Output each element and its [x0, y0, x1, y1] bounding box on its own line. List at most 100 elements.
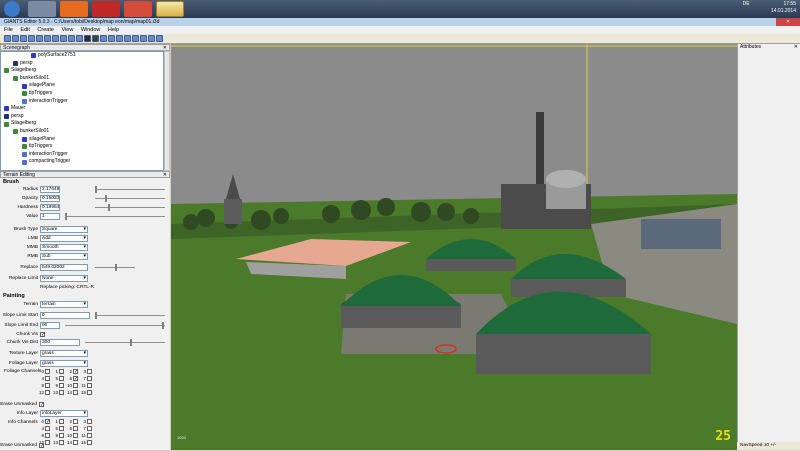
menu-help[interactable]: Help — [108, 27, 119, 33]
foliage-channel-checkbox[interactable] — [45, 390, 50, 395]
terrain-sculpt-icon[interactable] — [116, 35, 123, 42]
foliage-channel-checkbox[interactable] — [59, 369, 64, 374]
info-channel-checkbox[interactable] — [87, 419, 92, 424]
info-channel-checkbox[interactable] — [73, 426, 78, 431]
info-channel[interactable]: 8 — [38, 433, 50, 438]
erase-unmasked-checkbox[interactable]: ✓ — [39, 402, 44, 408]
foliage-channel-checkbox[interactable] — [73, 383, 78, 388]
foliage-channel-checkbox[interactable] — [73, 390, 78, 395]
clock-time[interactable]: 17:55 — [771, 1, 796, 8]
opacity-slider[interactable] — [95, 195, 165, 202]
save-file-icon[interactable] — [20, 35, 27, 42]
foliage-channel-checkbox[interactable] — [45, 369, 50, 374]
scenegraph-node[interactable]: silagePlane — [1, 82, 163, 90]
select-tool-icon[interactable] — [68, 35, 75, 42]
info-channel-checkbox[interactable] — [87, 433, 92, 438]
foliage-channel-checkbox[interactable] — [87, 390, 92, 395]
scenegraph-node[interactable]: tipTriggers — [1, 143, 163, 151]
scenegraph-node[interactable]: bunkerSilo01 — [1, 128, 163, 136]
info-channel-checkbox[interactable] — [73, 419, 78, 424]
foliage-channel[interactable]: 14 — [66, 390, 78, 395]
foliage-channel[interactable]: 4 — [38, 376, 50, 381]
scenegraph-node[interactable]: persp — [1, 60, 163, 68]
terrain-select[interactable]: terrain — [40, 301, 88, 308]
info-channel-checkbox[interactable] — [59, 419, 64, 424]
settings-icon[interactable] — [156, 35, 163, 42]
undo-icon[interactable] — [52, 35, 59, 42]
foliage-channel[interactable]: 9 — [52, 383, 64, 388]
info-channel-checkbox[interactable] — [59, 426, 64, 431]
scenegraph-tree[interactable]: polySurface2751 persp Silagelberg bunkerSil… — [0, 51, 164, 171]
cut-icon[interactable] — [28, 35, 35, 42]
replace-limit-select[interactable]: None — [40, 275, 88, 282]
mmb-select[interactable]: Smooth — [40, 244, 88, 251]
foliage-channel[interactable]: 6 ✓ — [66, 376, 78, 382]
foliage-channel[interactable]: 13 — [52, 390, 64, 395]
brush-type-select[interactable]: Square — [40, 226, 88, 233]
pause-icon[interactable] — [92, 35, 99, 42]
taskbar-media-player-icon[interactable] — [60, 1, 88, 17]
hardness-slider[interactable] — [95, 204, 165, 211]
taskbar-explorer-icon[interactable] — [28, 1, 56, 17]
play-icon[interactable] — [84, 35, 91, 42]
radius-field[interactable]: 2.17648 — [40, 186, 60, 193]
info-channel[interactable]: 0 ✓ — [38, 419, 50, 425]
taskbar-pdf-icon[interactable] — [92, 1, 120, 17]
foliage-channel-checkbox[interactable] — [45, 383, 50, 388]
3d-viewport[interactable]: 1024 25 — [171, 44, 737, 450]
foliage-channel-checkbox[interactable] — [87, 369, 92, 374]
scenegraph-node[interactable]: persp — [1, 113, 163, 121]
grid-icon[interactable] — [100, 35, 107, 42]
info-channel-checkbox[interactable] — [87, 426, 92, 431]
value-slider[interactable] — [65, 213, 165, 220]
scenegraph-node[interactable]: tipTriggers — [1, 90, 163, 98]
scenegraph-node[interactable]: Silagelberg — [1, 67, 163, 75]
replace-slider[interactable] — [95, 264, 135, 271]
info-channel[interactable]: 5 — [52, 426, 64, 431]
info-channel[interactable]: 7 — [80, 426, 92, 431]
close-panel-icon[interactable]: ✕ — [163, 172, 167, 178]
foliage-channel[interactable]: 12 — [38, 390, 50, 395]
light-icon[interactable] — [108, 35, 115, 42]
scenegraph-node[interactable]: bunkerSilo01 — [1, 75, 163, 83]
camera-icon[interactable] — [148, 35, 155, 42]
info-channel[interactable]: 10 — [66, 433, 78, 438]
slope-start-slider[interactable] — [95, 312, 165, 319]
scenegraph-node[interactable]: Silagelberg — [1, 120, 163, 128]
hardness-field[interactable]: 0.18954 — [40, 204, 60, 211]
rmb-select[interactable]: Sub — [40, 253, 88, 260]
scenegraph-node[interactable]: interactionTrigger — [1, 151, 163, 159]
info-layer-select[interactable]: infoLayer — [40, 410, 88, 417]
foliage-channel[interactable]: 10 — [66, 383, 78, 388]
foliage-layer-select[interactable]: grass — [40, 360, 88, 367]
menu-create[interactable]: Create — [37, 27, 54, 33]
info-channel[interactable]: 2 — [66, 419, 78, 424]
info-layer-icon[interactable] — [140, 35, 147, 42]
info-channel-checkbox[interactable] — [73, 433, 78, 438]
chunk-vis-checkbox[interactable]: ✓ — [40, 332, 45, 338]
foliage-channel[interactable]: 0 — [38, 369, 50, 374]
foliage-channel-checkbox[interactable] — [59, 390, 64, 395]
foliage-channel-checkbox[interactable]: ✓ — [73, 369, 78, 375]
info-channel-checkbox[interactable] — [45, 426, 50, 431]
taskbar-chrome-icon[interactable] — [124, 1, 152, 17]
menu-window[interactable]: Window — [81, 27, 101, 33]
start-button[interactable] — [4, 1, 20, 17]
scenegraph-node[interactable]: interactionTrigger — [1, 98, 163, 106]
scenegraph-node[interactable]: polySurface2751 — [1, 52, 163, 60]
slope-start-field[interactable]: 0 — [40, 312, 90, 319]
info-channel[interactable]: 3 — [80, 419, 92, 424]
foliage-channel-checkbox[interactable] — [59, 376, 64, 381]
taskbar-giants-editor-icon[interactable] — [156, 1, 184, 17]
slope-end-slider[interactable] — [65, 322, 165, 329]
close-panel-icon[interactable]: ✕ — [794, 44, 798, 50]
foliage-channel-checkbox[interactable]: ✓ — [73, 376, 78, 382]
clock-date[interactable]: 14.01.2014 — [771, 8, 796, 15]
erase-unmasked-info-checkbox[interactable]: ✓ — [39, 443, 44, 449]
move-tool-icon[interactable] — [76, 35, 83, 42]
info-channel[interactable]: 4 — [38, 426, 50, 431]
foliage-icon[interactable] — [132, 35, 139, 42]
info-channel-checkbox[interactable]: ✓ — [45, 419, 50, 425]
chunk-vis-dist-slider[interactable] — [85, 339, 165, 346]
foliage-channel[interactable]: 11 — [80, 383, 92, 388]
